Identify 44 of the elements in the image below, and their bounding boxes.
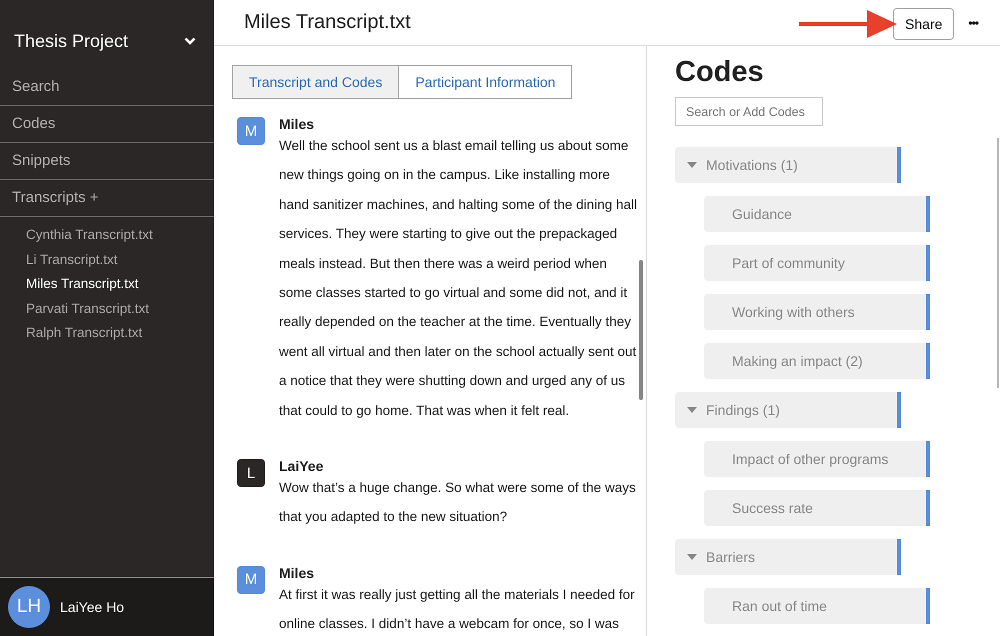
- code-row[interactable]: Part of community: [704, 245, 930, 281]
- project-title[interactable]: Thesis Project: [14, 30, 128, 52]
- code-row[interactable]: Working with others: [704, 294, 930, 330]
- speaker-avatar: M: [237, 566, 265, 594]
- more-options-icon[interactable]: •••: [968, 16, 978, 30]
- chevron-down-icon[interactable]: [184, 37, 196, 45]
- sidebar-nav-item[interactable]: Transcripts +: [0, 180, 214, 217]
- transcript-item[interactable]: Miles Transcript.txt: [0, 272, 214, 296]
- message-text: Well the school sent us a blast email telling us about some new things going on in the campus. Like installing more hand sanitizer machines, and halting some of the dining hall services. They were starting to give out the prepackaged meals instead. But then there was a weird period when some classes started to go virtual and some did not, and it really depended on the teacher at the time. Eventually they went all virtual and then later on the school actually sent out a notice that they were shutting down and urged any of us that could to go home. That was when it felt real.: [279, 137, 638, 420]
- code-row[interactable]: Ran out of time: [704, 588, 930, 624]
- transcript-item[interactable]: Li Transcript.txt: [0, 248, 214, 272]
- user-avatar[interactable]: LH: [8, 586, 50, 628]
- scrollbar[interactable]: [639, 260, 643, 400]
- scrollbar[interactable]: [997, 138, 999, 388]
- tab[interactable]: Transcript and Codes: [232, 65, 400, 99]
- code-row[interactable]: Guidance: [704, 196, 930, 232]
- code-row[interactable]: Impact of other programs: [704, 441, 930, 477]
- sidebar-nav-item[interactable]: Search: [0, 69, 214, 106]
- speaker-avatar: L: [237, 459, 265, 488]
- user-name: LaiYee Ho: [60, 599, 124, 615]
- speaker-name: Miles: [279, 564, 316, 582]
- tab[interactable]: Participant Information: [399, 65, 572, 99]
- speaker-name: Miles: [279, 115, 316, 133]
- message-text: Wow that’s a huge change. So what were some of the ways that you adapted to the new situation?: [279, 479, 637, 526]
- message-text: At first it was really just getting all the materials I needed for online classes. I didn’t have a webcam for once, so I was: [279, 586, 636, 634]
- search-field[interactable]: Search or Add Codes: [675, 97, 823, 126]
- share-button[interactable]: Share: [893, 8, 954, 40]
- codes-heading: Codes: [675, 56, 765, 88]
- transcript-item[interactable]: Parvati Transcript.txt: [0, 296, 214, 321]
- caret-icon[interactable]: [687, 554, 697, 560]
- code-group-row[interactable]: Motivations (1): [675, 147, 901, 183]
- code-row[interactable]: Success rate: [704, 490, 930, 526]
- caret-icon[interactable]: [687, 407, 697, 413]
- code-group-row[interactable]: Barriers: [675, 539, 901, 575]
- sidebar-nav-item[interactable]: Codes: [0, 106, 214, 143]
- caret-icon[interactable]: [687, 162, 697, 168]
- transcript-item[interactable]: Cynthia Transcript.txt: [0, 223, 214, 248]
- speaker-name: LaiYee: [279, 457, 324, 476]
- document-title: Miles Transcript.txt: [244, 11, 411, 34]
- code-row[interactable]: Making an impact (2): [704, 343, 930, 379]
- code-group-row[interactable]: Findings (1): [675, 392, 901, 428]
- speaker-avatar: M: [237, 117, 265, 145]
- transcript-item[interactable]: Ralph Transcript.txt: [0, 321, 214, 346]
- sidebar-nav-item[interactable]: Snippets: [0, 143, 214, 180]
